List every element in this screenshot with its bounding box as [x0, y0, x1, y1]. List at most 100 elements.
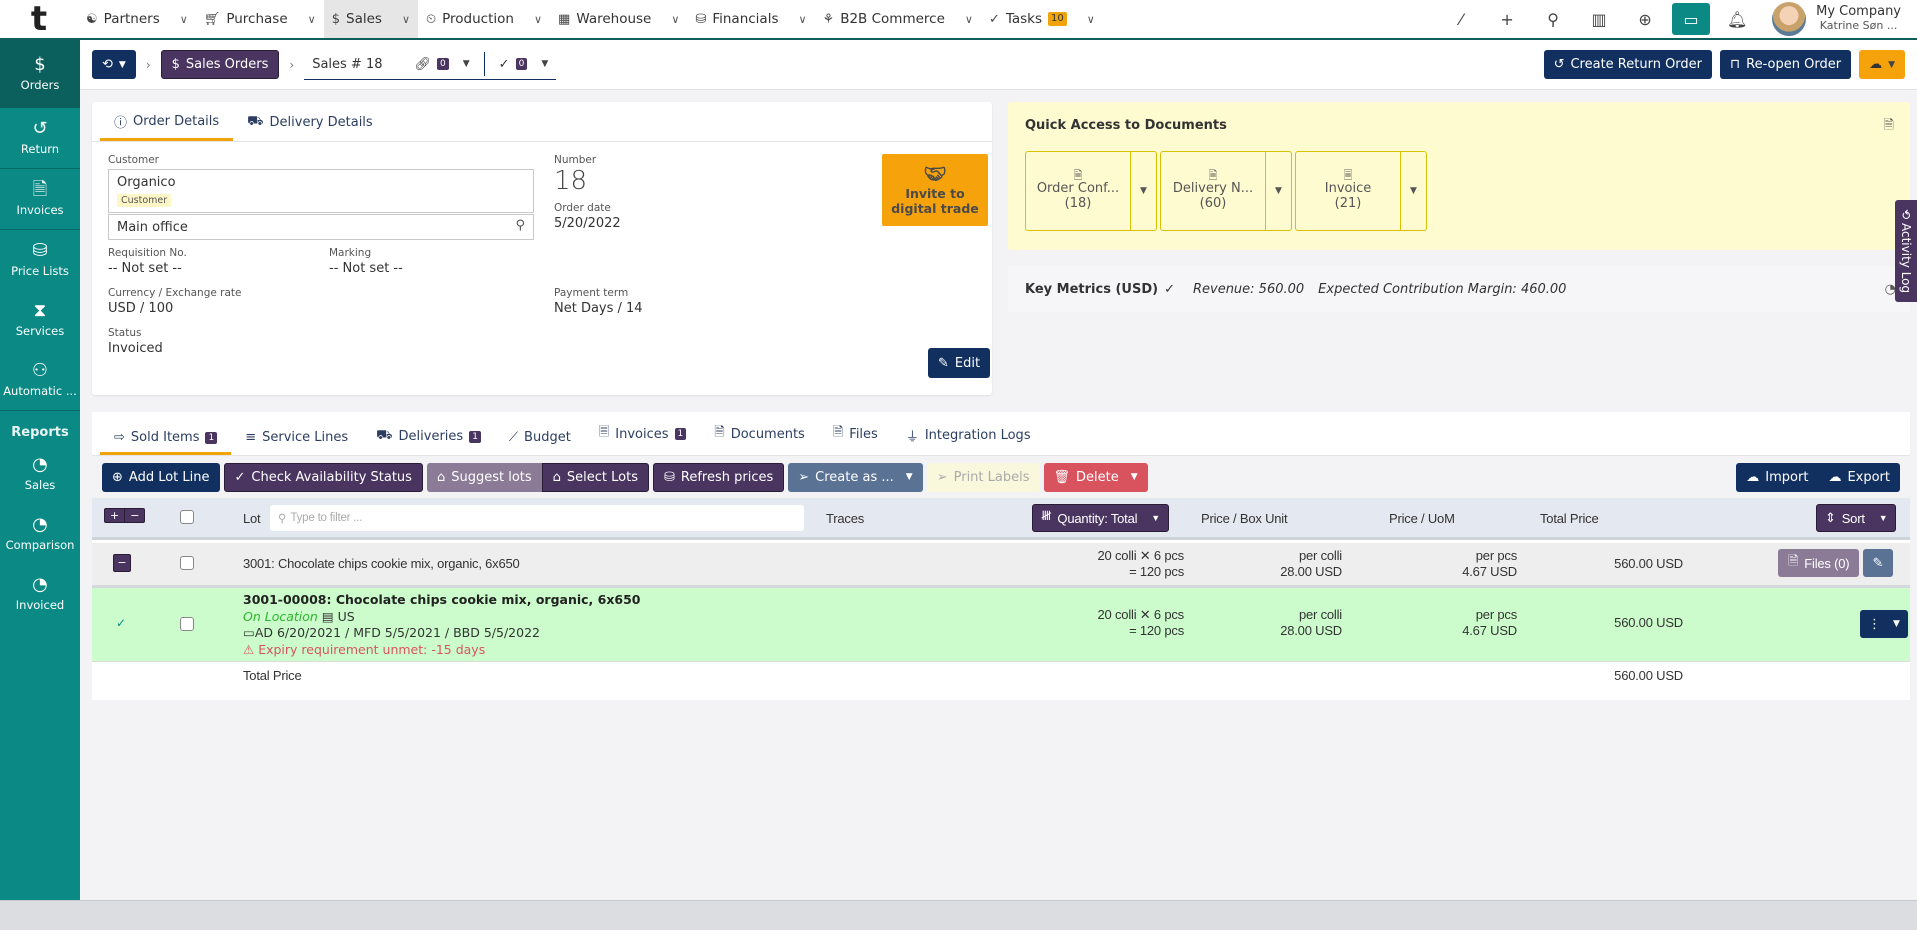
nav-tasks[interactable]: ✓ Tasks 10 ∨ — [981, 0, 1103, 38]
search-icon[interactable]: ⚲ — [1530, 0, 1576, 38]
tab-delivery-details[interactable]: ⛟ Delivery Details — [233, 114, 387, 141]
total-price-cell: 560.00 USD — [1614, 556, 1683, 571]
add-lot-line-button[interactable]: ⊕ Add Lot Line — [102, 462, 220, 492]
create-return-order-button[interactable]: ↺ Create Return Order — [1543, 50, 1713, 79]
doc-invoice[interactable]: 🗏 Invoice (21) ▼ — [1295, 151, 1427, 231]
customer-field[interactable]: Organico Customer — [108, 169, 534, 213]
nav-partners[interactable]: ☯ Partners ∨ — [78, 0, 196, 38]
select-all-checkbox[interactable] — [180, 510, 194, 524]
plus-icon[interactable]: + — [1484, 0, 1530, 38]
invite-digital-trade-button[interactable]: 🤝︎ Invite to digital trade — [882, 154, 988, 226]
suggest-lots-button[interactable]: ⌂ Suggest lots — [426, 462, 542, 492]
create-as-button[interactable]: ➢ Create as ... ▼ — [788, 462, 923, 492]
delete-button[interactable]: 🗑︎ Delete ▼ — [1043, 462, 1148, 492]
caret-down-icon[interactable]: ▼ — [463, 59, 470, 69]
nav-financials[interactable]: ⛁ Financials ∨ — [687, 0, 814, 38]
sidebar-item-report-comparison[interactable]: ◔ Comparison — [0, 504, 80, 564]
user-menu[interactable]: My Company Katrine Søn ... — [1760, 2, 1917, 36]
collapse-all-icon[interactable]: − — [125, 509, 144, 522]
refresh-prices-button[interactable]: ⛁ Refresh prices — [653, 462, 785, 492]
chevron-down-icon[interactable]: ∨ — [308, 13, 316, 26]
chevron-down-icon[interactable]: ∨ — [180, 13, 188, 26]
tab-documents[interactable]: 🗎 Documents — [700, 423, 819, 455]
breadcrumb-sales-orders[interactable]: $ Sales Orders — [160, 50, 280, 79]
sidebar-item-report-sales[interactable]: ◔ Sales — [0, 444, 80, 504]
doc-delivery-note[interactable]: 🗎 Delivery N... (60) ▼ — [1160, 151, 1292, 231]
activity-log-tab[interactable]: ⟲ Activity Log — [1895, 200, 1917, 302]
row-checkbox[interactable] — [180, 617, 194, 631]
expand-all-icon[interactable]: + — [105, 509, 126, 522]
caret-down-icon[interactable]: ▼ — [541, 59, 548, 69]
chevron-down-icon[interactable]: ∨ — [965, 13, 973, 26]
cloud-actions-button[interactable]: ☁ ▼ — [1859, 50, 1905, 79]
chevron-down-icon[interactable]: ∨ — [402, 13, 410, 26]
chevron-down-icon[interactable]: ∨ — [1087, 13, 1095, 26]
edit-row-button[interactable]: ✎ — [1863, 549, 1893, 577]
quantity-column-selector[interactable]: 𝍸 Quantity: Total ▼ — [1032, 504, 1170, 532]
history-button[interactable]: ⟲ ▼ — [92, 50, 136, 79]
select-lots-button[interactable]: ⌂ Select Lots — [541, 462, 649, 492]
reopen-order-button[interactable]: ⊓ Re-open Order — [1720, 50, 1852, 79]
order-details-card: ⓘ Order Details ⛟ Delivery Details Custome… — [92, 102, 992, 395]
barcode-icon[interactable]: ▥ — [1576, 0, 1622, 38]
chevron-down-icon[interactable]: ∨ — [798, 13, 806, 26]
sidebar-item-services[interactable]: ⧗ Services — [0, 290, 80, 350]
import-button[interactable]: ☁ Import — [1736, 462, 1819, 492]
sidebar-item-price-lists[interactable]: ⛁ Price Lists — [0, 230, 80, 290]
sidebar-item-automatic[interactable]: ⚇ Automatic ... — [0, 350, 80, 410]
nav-b2b-commerce[interactable]: ⚘ B2B Commerce ∨ — [815, 0, 981, 38]
nav-sales[interactable]: $ Sales ∨ — [323, 0, 418, 38]
check-availability-button[interactable]: ✓ Check Availability Status — [223, 462, 423, 492]
sidebar-item-invoices[interactable]: 🗎 Invoices — [0, 169, 80, 229]
chevron-down-icon[interactable]: ∨ — [671, 13, 679, 26]
breadcrumb-current[interactable]: Sales # 18 🔗︎ 0 ▼ ✓ 0 ▼ — [304, 50, 557, 80]
export-button[interactable]: ☁ Export — [1818, 462, 1900, 492]
lifebuoy-icon[interactable]: ⊕ — [1622, 0, 1668, 38]
edit-button[interactable]: ✎ Edit — [928, 348, 991, 378]
tab-service-lines[interactable]: ≡ Service Lines — [231, 430, 362, 455]
files-button[interactable]: 🗎 Files (0) — [1778, 549, 1860, 577]
caret-down-icon[interactable]: ▼ — [1401, 152, 1426, 230]
magic-wand-icon[interactable]: ⁄ — [1438, 0, 1484, 38]
avatar — [1772, 2, 1807, 36]
doc-order-confirmation[interactable]: 🗎 Order Conf... (18) ▼ — [1025, 151, 1157, 231]
cloud-download-icon: ☁ — [1828, 469, 1842, 485]
doc-open[interactable]: 🗎 Delivery N... (60) — [1161, 152, 1266, 230]
nav-warehouse[interactable]: ▦ Warehouse ∨ — [550, 0, 687, 38]
row-actions-button[interactable]: ⋮ ▼ — [1860, 610, 1908, 638]
tab-integration-logs[interactable]: ⏚ Integration Logs — [892, 426, 1045, 455]
check-icon[interactable]: ✓ — [499, 57, 510, 72]
tab-sold-items[interactable]: ⇨ Sold Items 1 — [100, 430, 232, 455]
doc-open[interactable]: 🗏 Invoice (21) — [1296, 152, 1401, 230]
main-content: ⟲ ▼ › $ Sales Orders › Sales # 18 🔗︎ 0 ▼ ✓ 0 ▼… — [80, 40, 1917, 900]
address-field[interactable]: Main office ⚲ — [108, 214, 534, 240]
chevron-down-icon[interactable]: ∨ — [534, 13, 542, 26]
caret-down-icon[interactable]: ▼ — [1131, 152, 1156, 230]
sort-button[interactable]: ⇕ Sort ▼ — [1816, 504, 1897, 532]
link-icon[interactable]: 🔗︎ — [415, 57, 432, 72]
nav-purchase[interactable]: 🛒︎ Purchase ∨ — [196, 0, 324, 38]
collapse-row-icon[interactable]: − — [113, 554, 131, 572]
sidebar-item-return[interactable]: ↺ Return — [0, 108, 80, 168]
tab-order-details[interactable]: ⓘ Order Details — [100, 112, 234, 141]
doc-open[interactable]: 🗎 Order Conf... (18) — [1026, 152, 1131, 230]
sidebar-item-orders[interactable]: $ Orders — [0, 40, 80, 108]
search-icon[interactable]: ⚲ — [515, 218, 525, 233]
quick-access-panel: Quick Access to Documents 🗎 🗎 Order Conf.… — [1008, 102, 1910, 250]
tab-files[interactable]: 🗎 Files — [819, 423, 892, 455]
tab-deliveries[interactable]: ⛟ Deliveries 1 — [362, 428, 495, 455]
row-checkbox[interactable] — [180, 556, 194, 570]
bell-icon[interactable]: 🔔︎ — [1714, 0, 1760, 38]
chat-icon[interactable]: ▭ — [1672, 3, 1711, 35]
tab-invoices[interactable]: 🗏 Invoices 1 — [585, 423, 700, 455]
print-labels-button[interactable]: ➢ Print Labels — [926, 462, 1040, 492]
caret-down-icon[interactable]: ▼ — [1266, 152, 1291, 230]
tab-budget[interactable]: ⟋ Budget — [495, 430, 585, 455]
expand-collapse-all[interactable]: + − — [104, 508, 146, 523]
lot-filter-input[interactable]: ⚲ Type to filter ... — [270, 505, 804, 531]
sidebar-item-report-invoiced[interactable]: ◔ Invoiced — [0, 564, 80, 624]
document-icon[interactable]: 🗎 — [1884, 116, 1894, 138]
app-logo[interactable]: t — [0, 0, 78, 39]
cart-icon: 🛒︎ — [203, 11, 221, 27]
nav-production[interactable]: ⏲ Production ∨ — [418, 0, 550, 38]
